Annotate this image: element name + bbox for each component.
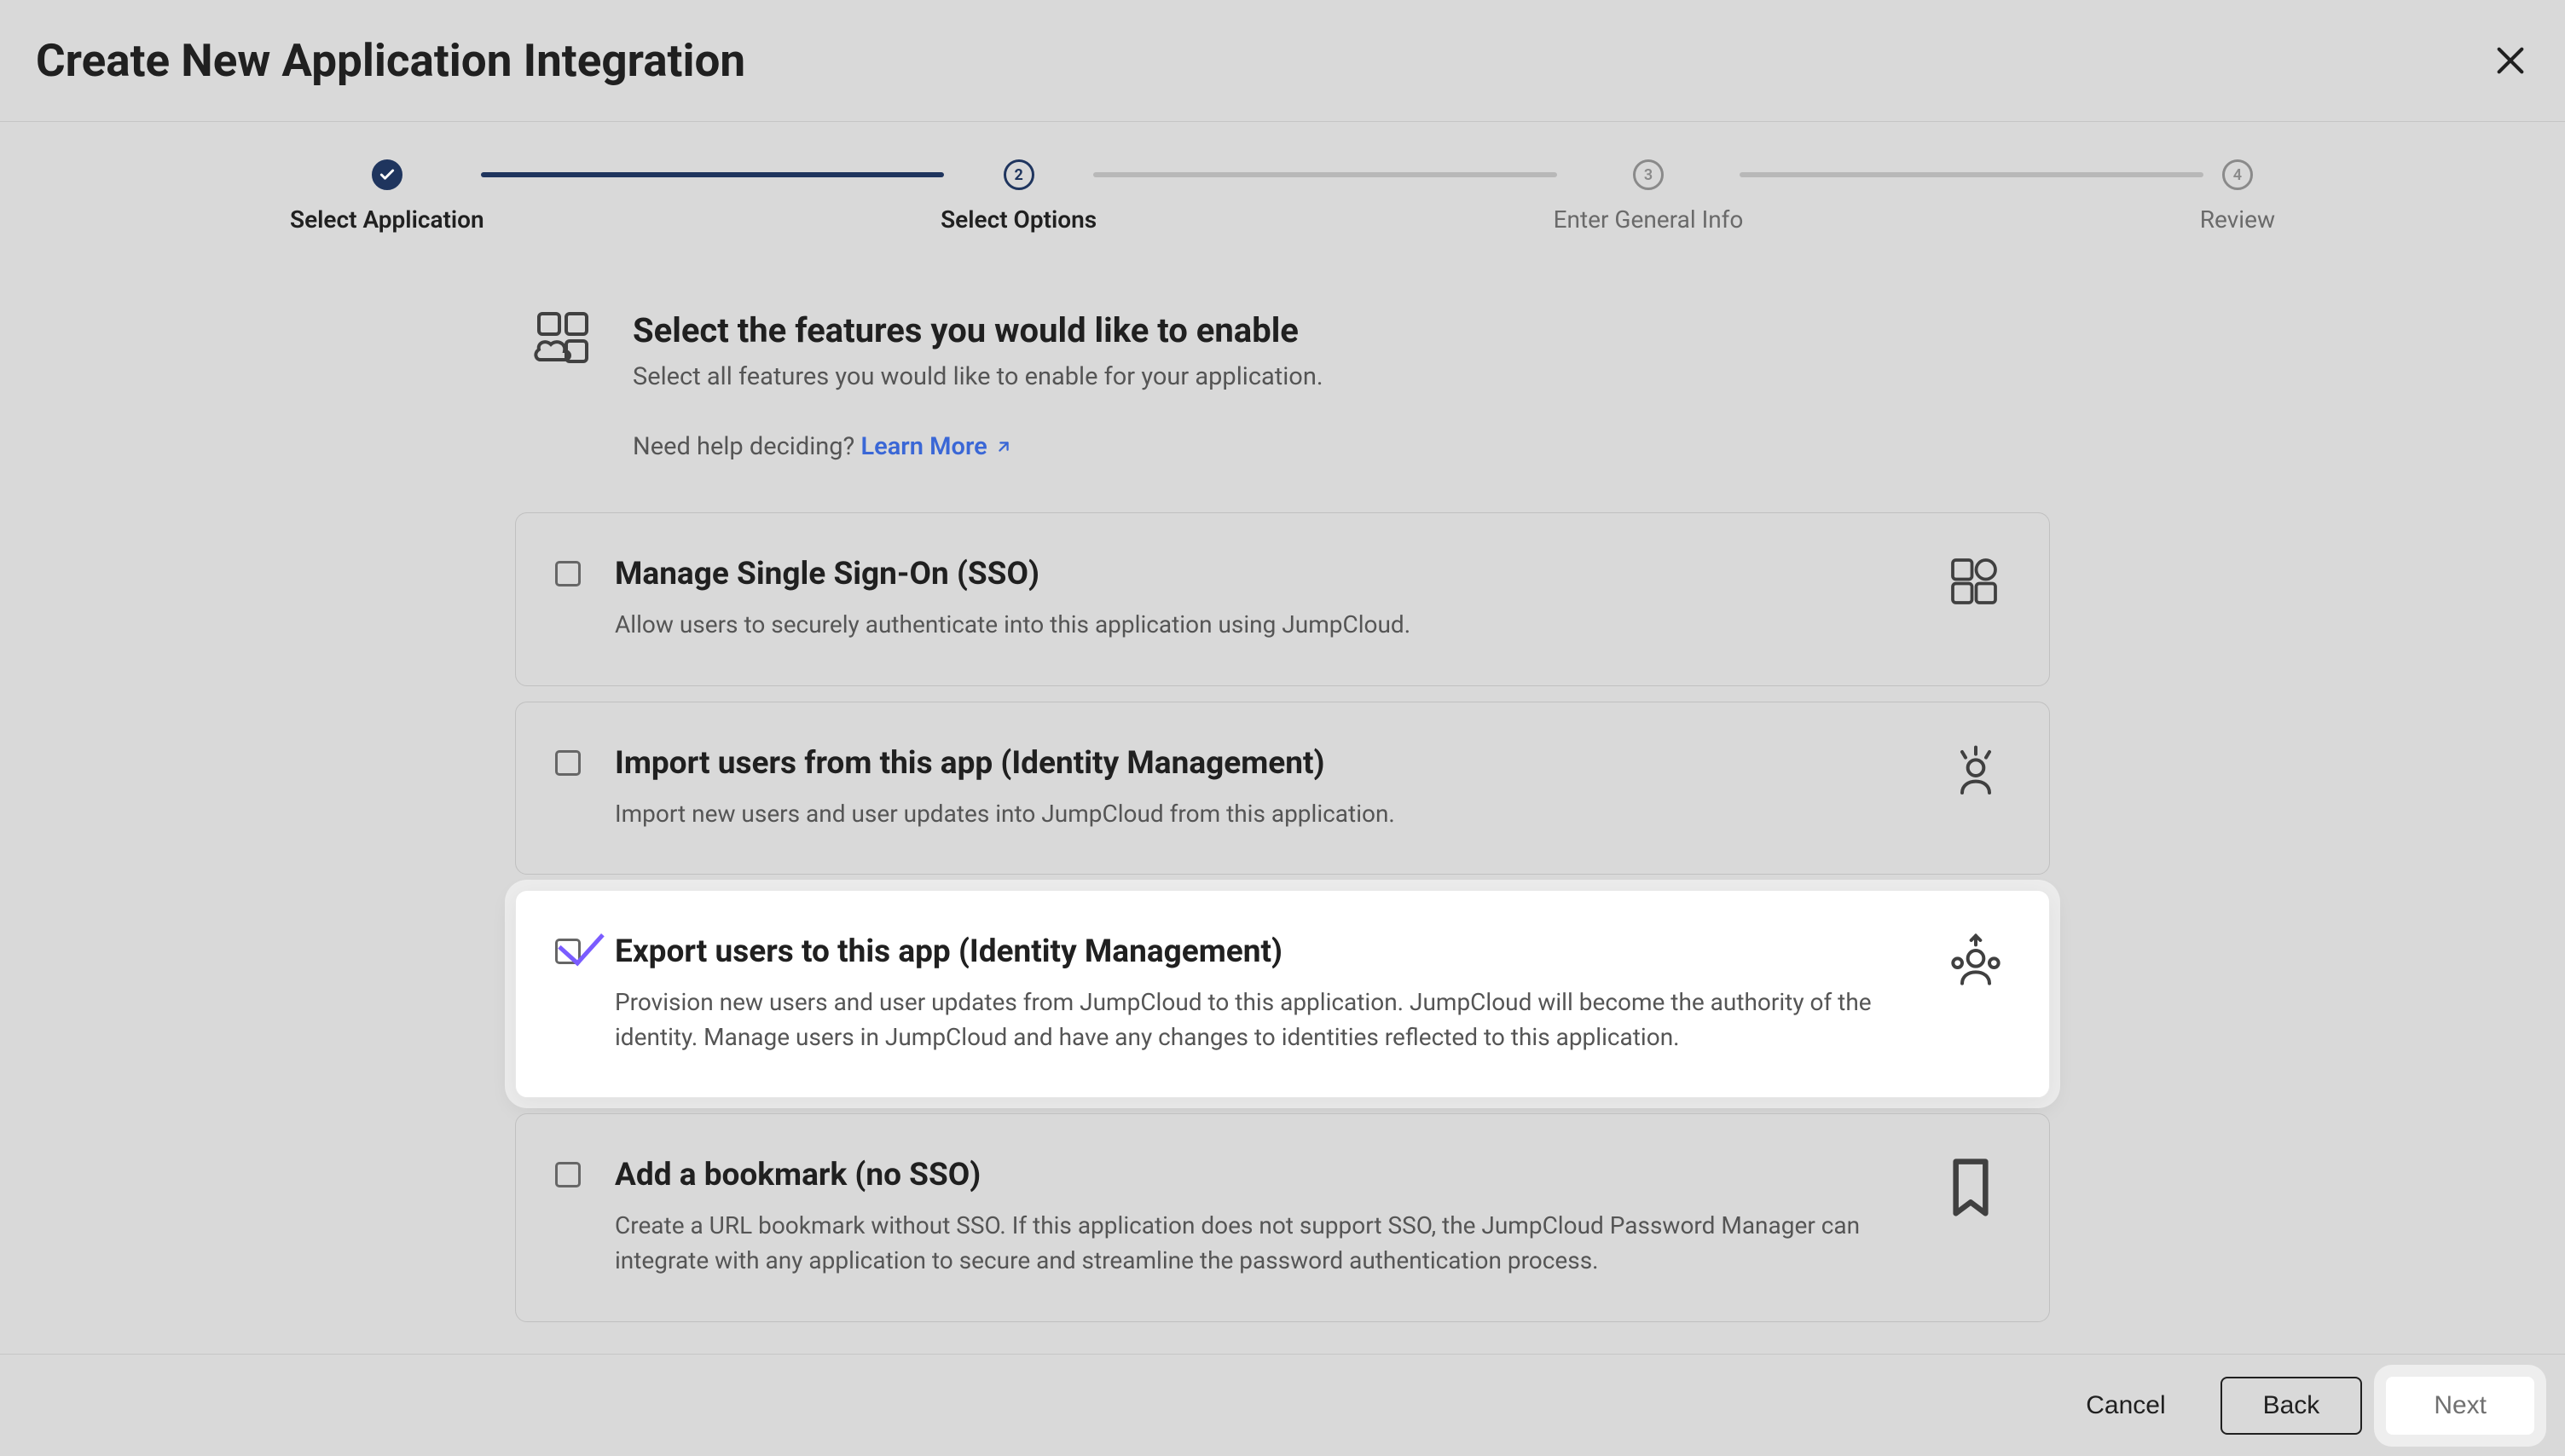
modal-title: Create New Application Integration bbox=[36, 34, 745, 87]
step-line bbox=[481, 172, 944, 177]
step-select-options: 2 Select Options bbox=[941, 159, 1097, 234]
option-body: Export users to this app (Identity Manag… bbox=[615, 933, 1914, 1054]
stepper: Select Application 2 Select Options 3 En… bbox=[0, 122, 2565, 234]
step-label: Select Options bbox=[941, 205, 1097, 234]
learn-more-label: Learn More bbox=[860, 429, 987, 465]
step-label: Select Application bbox=[290, 205, 484, 234]
step-line bbox=[1093, 172, 1556, 177]
option-desc: Import new users and user updates into J… bbox=[615, 797, 1914, 832]
bookmark-icon bbox=[1948, 1157, 2003, 1211]
intro-heading: Select the features you would like to en… bbox=[633, 310, 1323, 350]
step-circle: 3 bbox=[1633, 159, 1664, 190]
footer: Cancel Back Next bbox=[0, 1354, 2565, 1456]
step-review: 4 Review bbox=[2200, 159, 2275, 234]
intro-text: Select the features you would like to en… bbox=[633, 310, 1323, 465]
next-button[interactable]: Next bbox=[2386, 1377, 2534, 1435]
option-title: Import users from this app (Identity Man… bbox=[615, 745, 1914, 782]
option-desc: Create a URL bookmark without SSO. If th… bbox=[615, 1209, 1914, 1278]
option-desc: Allow users to securely authenticate int… bbox=[615, 608, 1914, 643]
step-label: Review bbox=[2200, 205, 2275, 234]
back-button[interactable]: Back bbox=[2220, 1377, 2363, 1435]
close-icon bbox=[2493, 43, 2527, 78]
help-row: Need help deciding? Learn More bbox=[633, 429, 1323, 465]
help-prefix: Need help deciding? bbox=[633, 432, 860, 461]
option-desc: Provision new users and user updates fro… bbox=[615, 985, 1914, 1054]
cancel-button[interactable]: Cancel bbox=[2055, 1377, 2196, 1435]
export-users-icon bbox=[1948, 933, 2003, 988]
option-title: Manage Single Sign-On (SSO) bbox=[615, 556, 1914, 592]
intro-section: Select the features you would like to en… bbox=[515, 310, 2050, 512]
option-card-import-users[interactable]: Import users from this app (Identity Man… bbox=[515, 702, 2050, 875]
step-line bbox=[1740, 172, 2203, 177]
checkbox[interactable] bbox=[555, 561, 581, 586]
option-body: Add a bookmark (no SSO) Create a URL boo… bbox=[615, 1157, 1914, 1278]
option-card-bookmark[interactable]: Add a bookmark (no SSO) Create a URL boo… bbox=[515, 1113, 2050, 1321]
step-circle-current: 2 bbox=[1004, 159, 1034, 190]
external-link-icon bbox=[994, 437, 1013, 456]
check-icon bbox=[379, 166, 396, 183]
option-card-export-users[interactable]: Export users to this app (Identity Manag… bbox=[515, 890, 2050, 1098]
step-circle-completed bbox=[372, 159, 402, 190]
intro-subheading: Select all features you would like to en… bbox=[633, 359, 1323, 395]
close-button[interactable] bbox=[2492, 42, 2529, 79]
option-title: Add a bookmark (no SSO) bbox=[615, 1157, 1914, 1193]
modal-header: Create New Application Integration bbox=[0, 0, 2565, 122]
content-area: Select the features you would like to en… bbox=[0, 234, 2565, 1338]
checkbox-checked[interactable] bbox=[555, 939, 581, 964]
import-users-icon bbox=[1948, 745, 2003, 800]
option-card-sso[interactable]: Manage Single Sign-On (SSO) Allow users … bbox=[515, 512, 2050, 686]
learn-more-link[interactable]: Learn More bbox=[860, 429, 1012, 465]
step-select-application: Select Application bbox=[290, 159, 484, 234]
step-enter-general-info: 3 Enter General Info bbox=[1554, 159, 1744, 234]
apps-cloud-icon bbox=[534, 310, 605, 465]
option-title: Export users to this app (Identity Manag… bbox=[615, 933, 1914, 970]
option-body: Manage Single Sign-On (SSO) Allow users … bbox=[615, 556, 1914, 643]
sso-icon bbox=[1948, 556, 2003, 610]
checkbox[interactable] bbox=[555, 750, 581, 776]
checkbox[interactable] bbox=[555, 1162, 581, 1187]
step-label: Enter General Info bbox=[1554, 205, 1744, 234]
option-body: Import users from this app (Identity Man… bbox=[615, 745, 1914, 832]
step-circle: 4 bbox=[2222, 159, 2253, 190]
